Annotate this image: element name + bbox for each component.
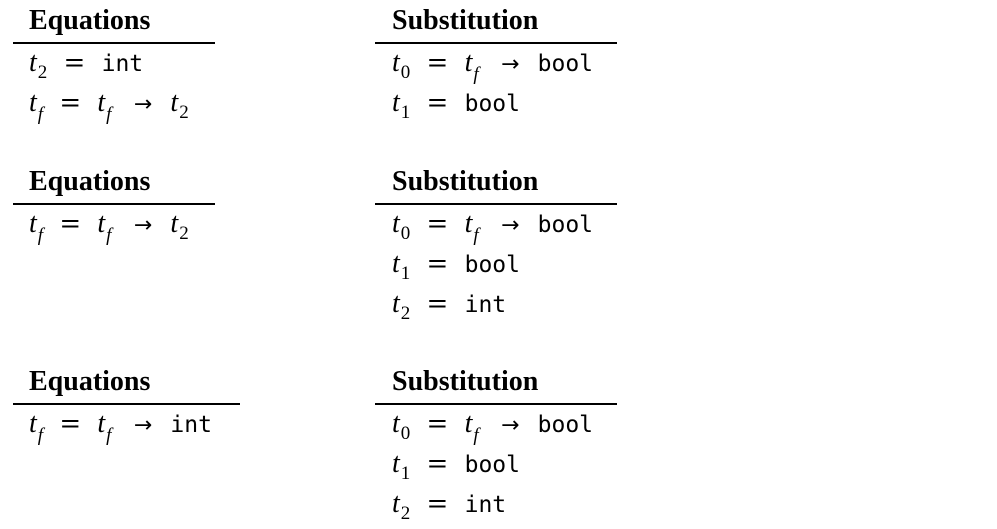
equations-rule bbox=[13, 203, 215, 205]
equations-header: Equations bbox=[29, 5, 151, 36]
arrow-symbol: → bbox=[133, 413, 153, 438]
arrow-symbol: → bbox=[133, 213, 153, 238]
equations-rule bbox=[13, 403, 240, 405]
substitution-header: Substitution bbox=[392, 5, 539, 36]
equation-line: t2 = int bbox=[29, 47, 144, 84]
substitution-header: Substitution bbox=[392, 366, 539, 397]
equations-header: Equations bbox=[29, 366, 151, 397]
substitution-header: Substitution bbox=[392, 166, 539, 197]
substitution-line: t1 = bool bbox=[392, 448, 520, 485]
substitution-rule bbox=[375, 403, 617, 405]
substitution-line: t0 = tf → bool bbox=[392, 408, 594, 447]
substitution-line: t2 = int bbox=[392, 288, 507, 325]
arrow-symbol: → bbox=[500, 213, 520, 238]
equation-line: tf = tf → int bbox=[29, 408, 212, 447]
substitution-line: t1 = bool bbox=[392, 248, 520, 285]
arrow-symbol: → bbox=[500, 52, 520, 77]
arrow-symbol: → bbox=[500, 413, 520, 438]
substitution-line: t2 = int bbox=[392, 488, 507, 525]
equations-header: Equations bbox=[29, 166, 151, 197]
substitution-line: t0 = tf → bool bbox=[392, 47, 594, 86]
equation-line: tf = tf → t2 bbox=[29, 87, 189, 126]
arrow-symbol: → bbox=[133, 92, 153, 117]
substitution-rule bbox=[375, 42, 617, 44]
equations-rule bbox=[13, 42, 215, 44]
substitution-line: t1 = bool bbox=[392, 87, 520, 124]
substitution-line: t0 = tf → bool bbox=[392, 208, 594, 247]
equation-line: tf = tf → t2 bbox=[29, 208, 189, 247]
substitution-rule bbox=[375, 203, 617, 205]
